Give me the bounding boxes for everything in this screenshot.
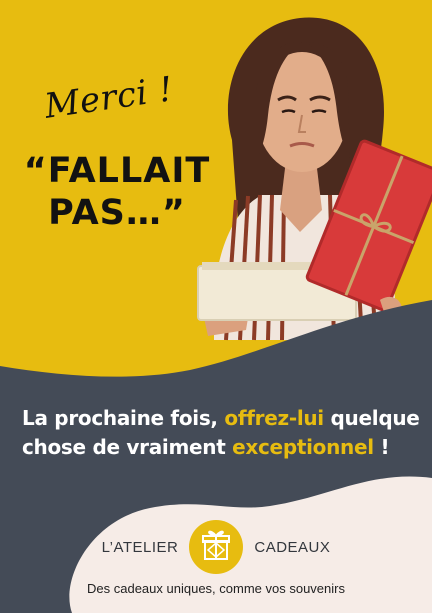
headline-part-3: ! bbox=[373, 435, 390, 459]
quote-heading: “FALLAIT PAS…” bbox=[22, 150, 212, 234]
quote-line-1: “FALLAIT bbox=[23, 151, 211, 191]
headline: La prochaine fois, offrez-lui quelque ch… bbox=[22, 404, 422, 462]
brand-name-left: L’ATELIER bbox=[101, 538, 179, 556]
quote-line-2: PAS…” bbox=[48, 193, 186, 233]
gift-logo-icon bbox=[189, 520, 244, 574]
brand-name-right: CADEAUX bbox=[254, 538, 331, 556]
gift-ad-poster: Merci ! “FALLAIT PAS…” La prochaine fois… bbox=[0, 0, 432, 613]
brand-lockup: L’ATELIER CADEAUX bbox=[0, 520, 432, 574]
headline-highlight-2: exceptionnel bbox=[232, 435, 374, 459]
tagline: Des cadeaux uniques, comme vos souvenirs bbox=[87, 581, 345, 596]
headline-part-1: La prochaine fois, bbox=[22, 406, 225, 430]
headline-highlight-1: offrez-lui bbox=[224, 406, 324, 430]
